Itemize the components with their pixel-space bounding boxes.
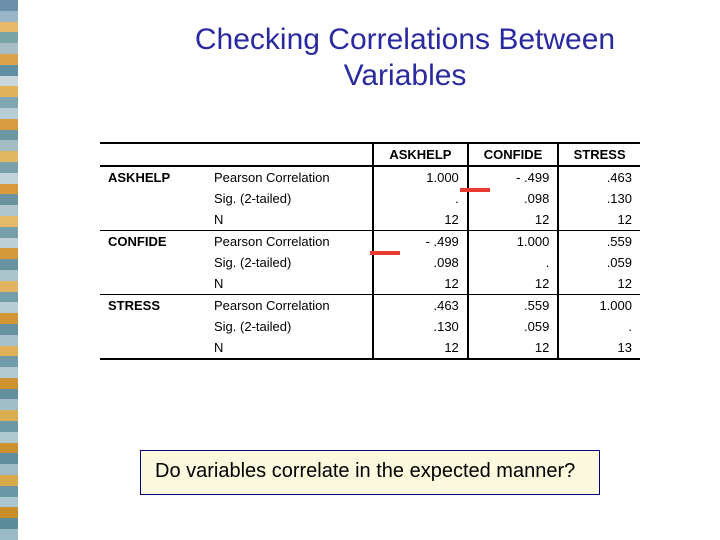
table-header-row: ASKHELP CONFIDE STRESS bbox=[100, 143, 640, 166]
callout-text: Do variables correlate in the expected m… bbox=[155, 460, 575, 482]
col-stress: STRESS bbox=[558, 143, 640, 166]
var-stress: STRESS bbox=[100, 295, 206, 317]
col-askhelp: ASKHELP bbox=[373, 143, 468, 166]
page-title: Checking Correlations Between Variables bbox=[150, 22, 660, 94]
table-row: N 12 12 12 bbox=[100, 273, 640, 295]
table-row: N 12 12 13 bbox=[100, 337, 640, 359]
table-row: Sig. (2-tailed) . .098 .130 bbox=[100, 188, 640, 209]
table-row: N 12 12 12 bbox=[100, 209, 640, 231]
table-row: ASKHELP Pearson Correlation 1.000 - .499… bbox=[100, 166, 640, 188]
table-row: STRESS Pearson Correlation .463 .559 1.0… bbox=[100, 295, 640, 317]
var-confide: CONFIDE bbox=[100, 231, 206, 253]
callout-box: Do variables correlate in the expected m… bbox=[140, 450, 600, 495]
table-row: Sig. (2-tailed) .098 . .059 bbox=[100, 252, 640, 273]
var-askhelp: ASKHELP bbox=[100, 166, 206, 188]
decorative-sidebar bbox=[0, 0, 18, 540]
annotation-mark bbox=[370, 251, 400, 255]
annotation-mark bbox=[460, 188, 490, 192]
table-row: Sig. (2-tailed) .130 .059 . bbox=[100, 316, 640, 337]
table-row: CONFIDE Pearson Correlation - .499 1.000… bbox=[100, 231, 640, 253]
col-confide: CONFIDE bbox=[468, 143, 559, 166]
